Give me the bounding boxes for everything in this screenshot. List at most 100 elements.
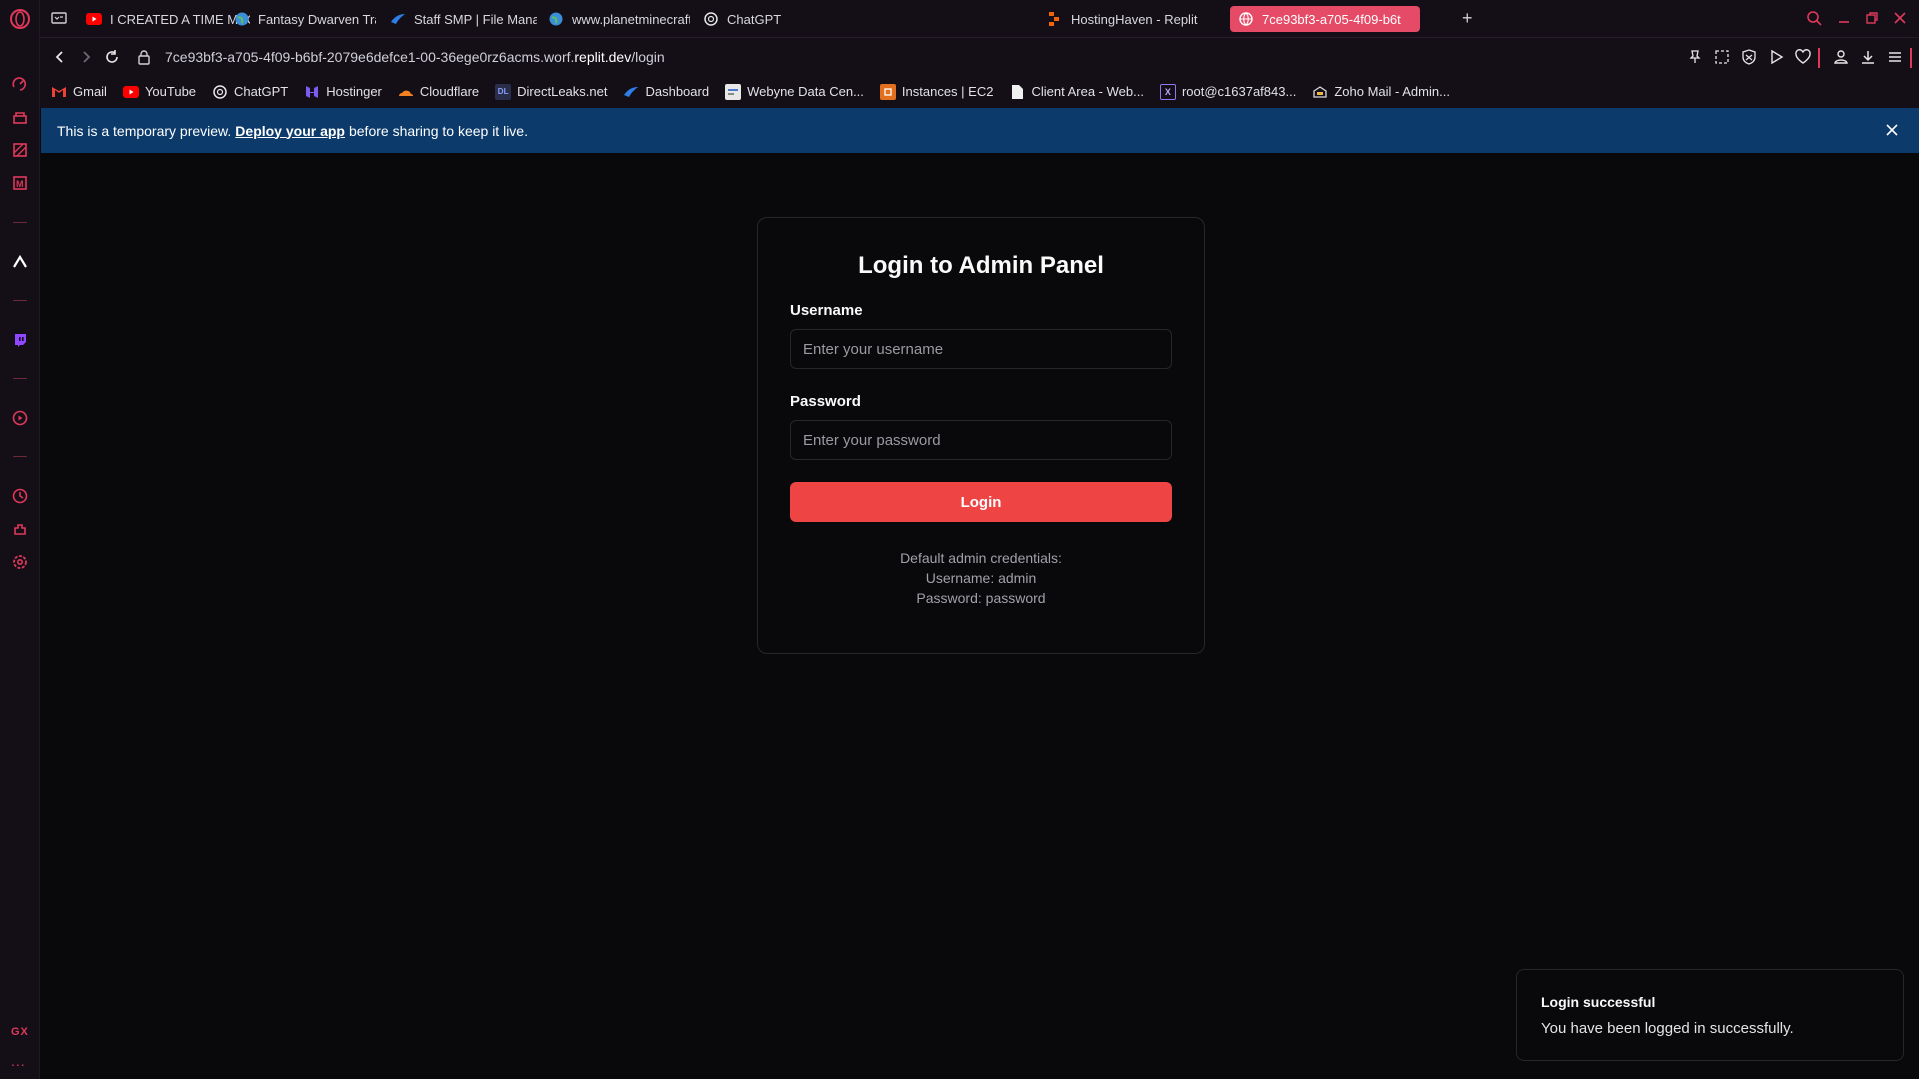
menu-icon[interactable] (1886, 48, 1904, 66)
tab-label: 7ce93bf3-a705-4f09-b6t (1262, 11, 1401, 27)
bird-icon (390, 11, 406, 27)
bookmark-client-area[interactable]: Client Area - Web... (1009, 84, 1144, 100)
password-field[interactable] (790, 420, 1172, 460)
login-card: Login to Admin Panel Username Password L… (757, 217, 1205, 654)
lock-icon[interactable] (137, 49, 151, 65)
profile-icon[interactable] (1832, 48, 1850, 66)
sidebar-more-icon[interactable]: ... (11, 1053, 26, 1069)
opera-logo-icon[interactable] (9, 8, 31, 30)
chatgpt-icon (212, 84, 228, 100)
address-bar: 7ce93bf3-a705-4f09-b6bf-2079e6defce1-00-… (40, 37, 1919, 75)
page-icon (725, 83, 742, 100)
credentials-username: Username: admin (925, 570, 1037, 586)
bookmark-chatgpt[interactable]: ChatGPT (212, 84, 288, 100)
bookmark-zoho-mail[interactable]: Zoho Mail - Admin... (1312, 84, 1450, 100)
gmail-icon (51, 84, 67, 100)
banner-text-after: before sharing to keep it live. (348, 122, 528, 139)
arrow-up-icon[interactable] (10, 252, 30, 272)
tab-label: www.planetminecraft.con (572, 11, 690, 27)
tab-label: ChatGPT (727, 11, 782, 27)
sidebar-divider (13, 456, 27, 457)
url-field[interactable]: 7ce93bf3-a705-4f09-b6bf-2079e6defce1-00-… (165, 49, 665, 65)
tab-hostinghaven[interactable]: HostingHaven - Replit (1039, 6, 1209, 32)
bookmark-hostinger[interactable]: Hostinger (304, 84, 382, 100)
bookmark-root-terminal[interactable]: Xroot@c1637af843... (1159, 83, 1296, 100)
player-icon[interactable] (10, 408, 30, 428)
tab-bar: I CREATED A TIME MACHI Fantasy Dwarven T… (40, 0, 1919, 37)
sidebar-divider (13, 378, 27, 379)
new-tab-button[interactable]: + (1462, 9, 1473, 27)
replit-icon (1047, 11, 1063, 27)
tab-label: Staff SMP | File Manager (414, 11, 537, 27)
play-icon[interactable] (1767, 48, 1785, 66)
bookmark-gmail[interactable]: Gmail (51, 84, 107, 100)
heart-icon[interactable] (1794, 48, 1812, 66)
bookmarks-bar: Gmail YouTube ChatGPT Hostinger Cloudfla… (40, 75, 1919, 108)
login-button[interactable]: Login (790, 482, 1172, 522)
gx-corner-icon[interactable] (10, 107, 30, 127)
deploy-app-link[interactable]: Deploy your app (235, 123, 345, 139)
bird-icon (623, 84, 639, 100)
tab-switcher-icon[interactable] (50, 9, 68, 27)
cloudflare-icon (398, 84, 414, 100)
close-window-icon[interactable] (1890, 8, 1910, 28)
bookmark-dashboard[interactable]: Dashboard (623, 84, 709, 100)
credentials-password: Password: password (916, 590, 1046, 606)
extensions-icon[interactable] (10, 519, 30, 539)
svg-text:M: M (16, 179, 24, 189)
bookmark-webyne[interactable]: Webyne Data Cen... (725, 83, 864, 100)
minimize-icon[interactable] (1834, 8, 1854, 28)
search-icon[interactable] (1804, 8, 1824, 28)
bookmark-ec2[interactable]: Instances | EC2 (879, 83, 993, 100)
tab-planetminecraft[interactable]: www.planetminecraft.con (540, 6, 690, 32)
messenger-icon[interactable]: M (10, 173, 30, 193)
zoho-icon (1312, 84, 1328, 100)
restore-icon[interactable] (1862, 8, 1882, 28)
chatgpt-icon (703, 11, 719, 27)
toast-description: You have been logged in successfully. (1541, 1020, 1794, 1037)
bookmark-directleaks[interactable]: DL DirectLeaks.net (495, 83, 607, 100)
gx-control-icon[interactable] (10, 74, 30, 94)
sidebar-divider (13, 300, 27, 301)
toast-notification[interactable]: Login successful You have been logged in… (1516, 969, 1904, 1061)
tab-label: HostingHaven - Replit (1071, 11, 1198, 27)
preview-banner: This is a temporary preview. Deploy your… (41, 108, 1919, 153)
username-field[interactable] (790, 329, 1172, 369)
youtube-icon (122, 84, 139, 100)
hostinger-icon (304, 84, 320, 100)
pin-icon[interactable] (1686, 48, 1704, 66)
globe-icon (1238, 11, 1254, 27)
username-label: Username (790, 302, 863, 319)
tab-active-replit-dev[interactable]: 7ce93bf3-a705-4f09-b6t (1230, 6, 1420, 32)
page-title: Login to Admin Panel (858, 252, 1104, 279)
terminal-icon: X (1159, 83, 1176, 100)
credentials-heading: Default admin credentials: (900, 550, 1062, 566)
twitch-icon[interactable] (10, 330, 30, 350)
tab-staff-smp[interactable]: Staff SMP | File Manager (382, 6, 537, 32)
youtube-icon (86, 11, 102, 27)
bookmark-cloudflare[interactable]: Cloudflare (398, 84, 479, 100)
banner-text-before: This is a temporary preview. (57, 122, 232, 139)
gx-badge[interactable]: GX (11, 1026, 29, 1038)
forward-icon[interactable] (76, 47, 96, 67)
globe-icon (548, 11, 564, 27)
globe-icon (234, 11, 250, 27)
back-icon[interactable] (50, 47, 70, 67)
close-icon[interactable] (1883, 121, 1901, 139)
snapshot-icon[interactable] (1713, 48, 1731, 66)
settings-icon[interactable] (10, 552, 30, 572)
document-icon (1009, 84, 1025, 100)
adblock-icon[interactable] (1740, 48, 1758, 66)
news-icon[interactable] (10, 140, 30, 160)
default-credentials: Default admin credentials: Username: adm… (790, 548, 1172, 608)
download-icon[interactable] (1859, 48, 1877, 66)
history-icon[interactable] (10, 486, 30, 506)
bookmark-youtube[interactable]: YouTube (122, 84, 196, 100)
reload-icon[interactable] (102, 47, 122, 67)
tab-label: Fantasy Dwarven Trading (258, 11, 376, 27)
directleaks-icon: DL (495, 83, 512, 100)
tab-chatgpt[interactable]: ChatGPT (695, 6, 815, 32)
toolbar-divider (1910, 48, 1912, 68)
tab-fantasy-dwarven[interactable]: Fantasy Dwarven Trading (226, 6, 376, 32)
tab-youtube[interactable]: I CREATED A TIME MACHI (78, 6, 250, 32)
